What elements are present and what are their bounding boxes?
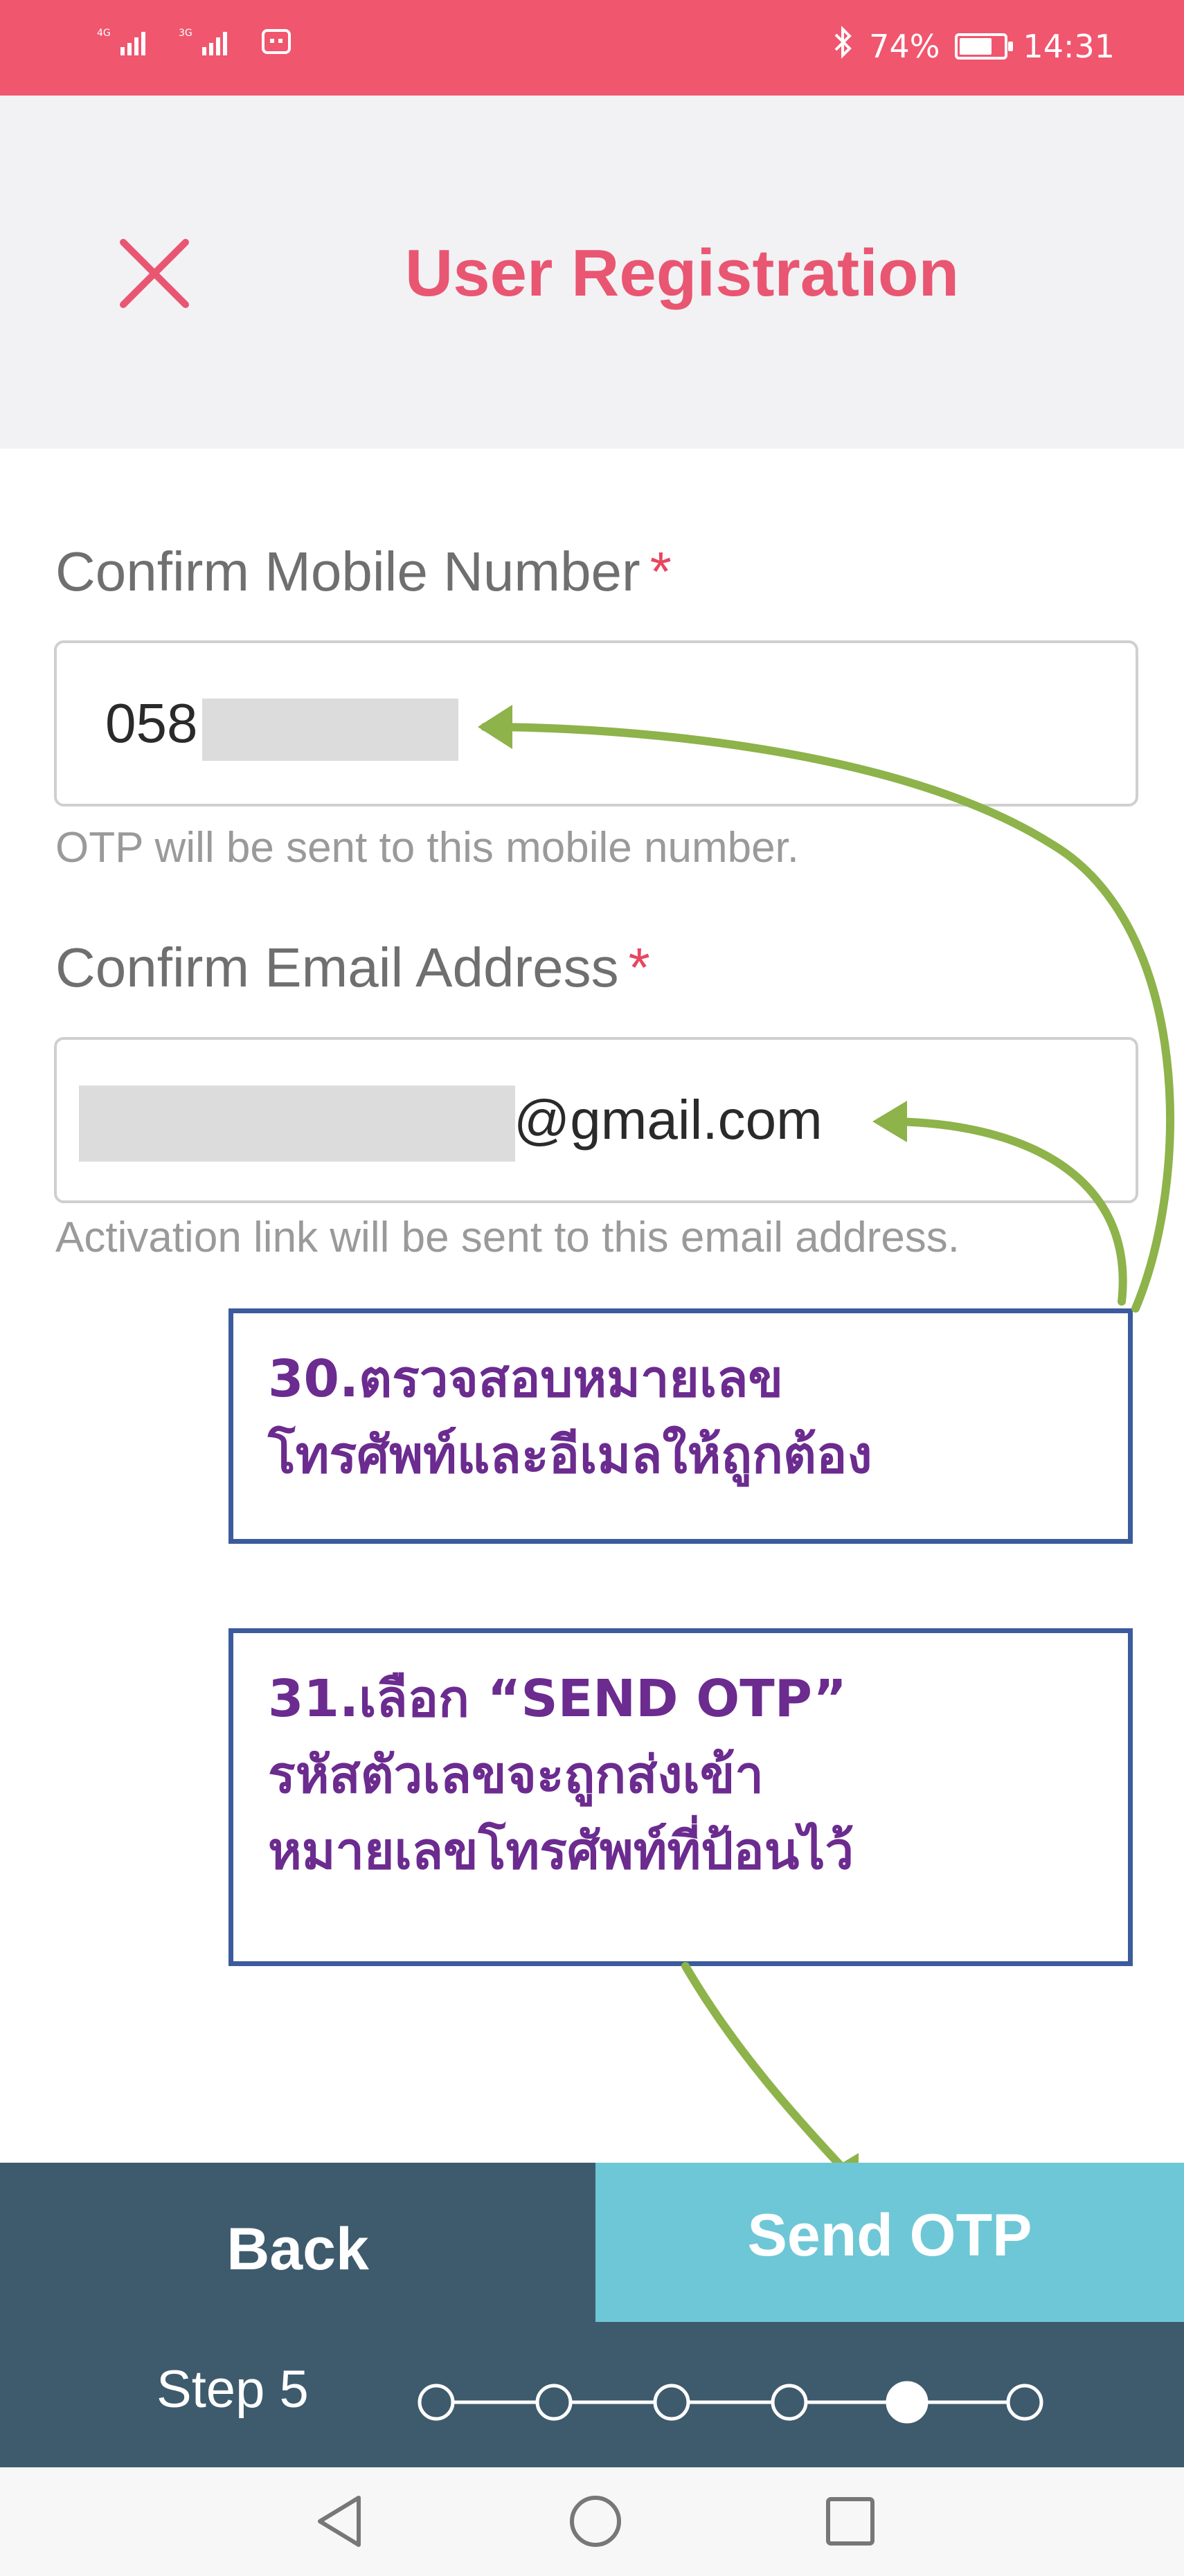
step-dot — [653, 2384, 690, 2421]
arrow-head-email — [872, 1101, 907, 1142]
triangle-back-icon[interactable] — [313, 2492, 368, 2553]
step-label: Step 5 — [156, 2360, 309, 2419]
square-recents-icon[interactable] — [824, 2495, 877, 2550]
step-dot-current — [886, 2381, 929, 2424]
arrow-to-send — [681, 1962, 852, 2178]
circle-home-icon[interactable] — [566, 2492, 625, 2553]
back-button[interactable]: Back — [0, 2163, 595, 2322]
arrow-to-mobile — [481, 723, 1174, 1313]
step-dot — [1006, 2384, 1043, 2421]
send-otp-button[interactable]: Send OTP — [595, 2163, 1184, 2322]
arrow-head-mobile — [478, 705, 512, 749]
step-dot — [418, 2384, 455, 2421]
step-dot — [771, 2384, 808, 2421]
step-indicator — [418, 2381, 1043, 2424]
system-nav-bar — [0, 2467, 1184, 2576]
step-dot — [535, 2384, 573, 2421]
arrow-to-email — [882, 1117, 1127, 1306]
